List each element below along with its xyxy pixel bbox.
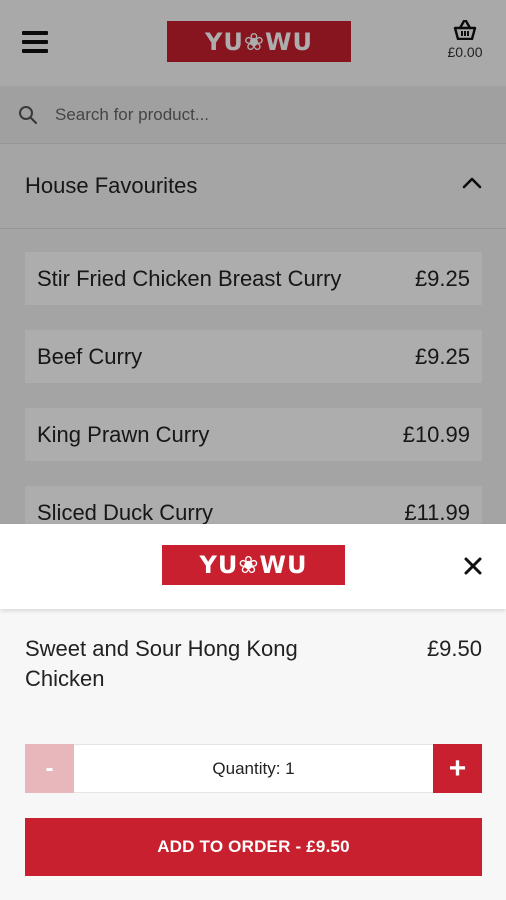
sheet-header: YU❀WU: [0, 524, 506, 609]
add-to-order-button[interactable]: ADD TO ORDER - £9.50: [25, 818, 482, 876]
quantity-stepper: - Quantity: 1 +: [25, 744, 482, 793]
increase-quantity-button[interactable]: +: [433, 744, 482, 793]
quantity-label: Quantity: 1: [212, 759, 295, 778]
brand-logo: YU❀WU: [162, 545, 345, 585]
close-icon[interactable]: [462, 555, 484, 577]
product-name: Sweet and Sour Hong Kong Chicken: [25, 636, 298, 691]
product-price: £9.50: [426, 636, 482, 661]
product-bottom-sheet: YU❀WU Sweet and Sour Hong Kong Chicken £…: [0, 524, 506, 900]
